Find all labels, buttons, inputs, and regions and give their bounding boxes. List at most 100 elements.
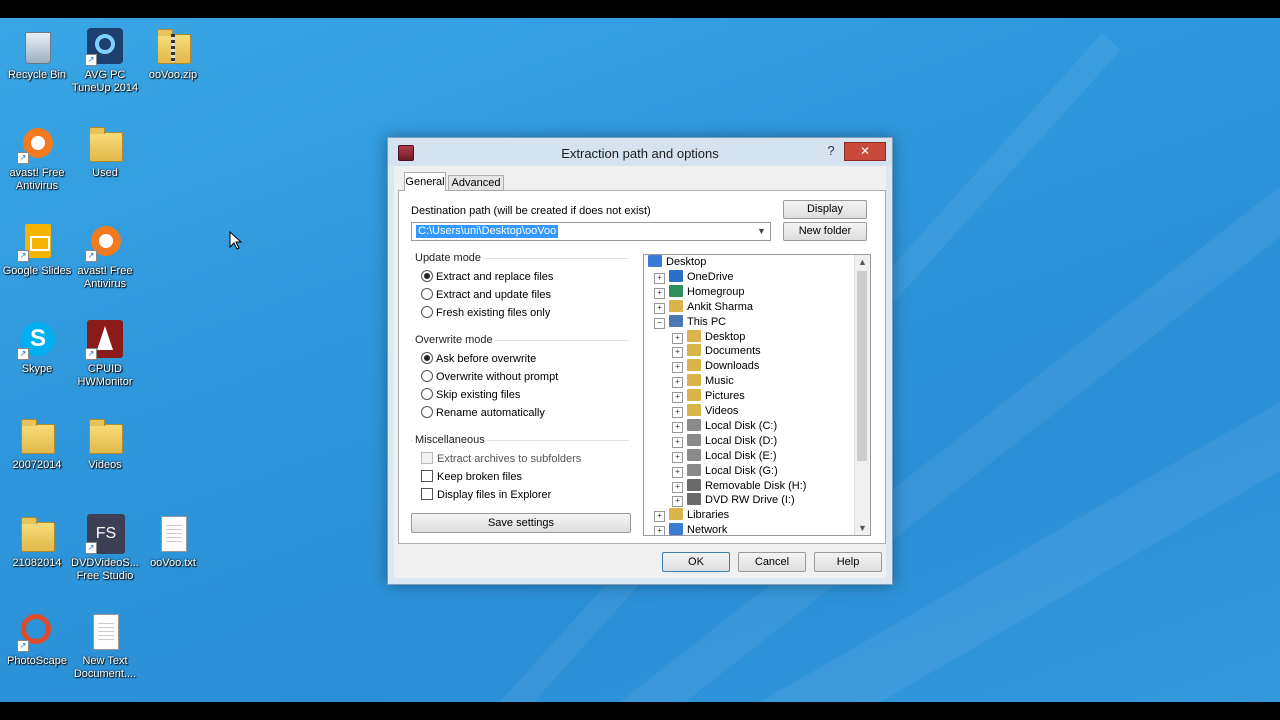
tree-node[interactable]: + Desktop	[672, 329, 745, 345]
tree-node[interactable]: + Music	[672, 374, 734, 389]
cancel-button[interactable]: Cancel	[738, 552, 806, 572]
screen-bottom-bar	[0, 702, 1280, 720]
checkbox-extract-to-subfolders[interactable]: Extract archives to subfolders	[421, 451, 581, 467]
expand-icon[interactable]: +	[672, 347, 683, 359]
desktop-icon-hwmonitor[interactable]: ↗ CPUID HWMonitor	[68, 320, 142, 389]
desktop-icon-avg-tuneup[interactable]: ↗ AVG PC TuneUp 2014	[68, 26, 142, 95]
expand-icon[interactable]: +	[672, 481, 683, 493]
dialog-titlebar[interactable]: Extraction path and options ? ✕	[388, 138, 892, 166]
desktop-icon-label: Skype	[21, 363, 53, 375]
desktop-icon-avast-2[interactable]: ↗ avast! Free Antivirus	[68, 222, 142, 291]
tree-node[interactable]: + Downloads	[672, 359, 759, 374]
expand-icon[interactable]: +	[672, 377, 683, 389]
ok-button[interactable]: OK	[662, 552, 730, 572]
desktop-icon-21082014[interactable]: 21082014	[0, 514, 74, 570]
destination-path-combobox[interactable]: C:\Users\uni\Desktop\ooVoo ▼	[411, 222, 771, 241]
close-button[interactable]: ✕	[844, 142, 886, 161]
expand-icon[interactable]: +	[654, 272, 665, 284]
expand-icon[interactable]: +	[654, 302, 665, 314]
desktop-icon-label: DVDVideoS... Free Studio	[71, 557, 139, 582]
checkbox-display-in-explorer[interactable]: Display files in Explorer	[421, 487, 551, 503]
desktop-icon-label: ooVoo.txt	[150, 557, 196, 569]
chevron-down-icon[interactable]: ▼	[754, 224, 769, 239]
desktop-icon-free-studio[interactable]: FS ↗ DVDVideoS... Free Studio	[68, 514, 142, 583]
expand-icon[interactable]: +	[654, 287, 665, 299]
new-folder-button[interactable]: New folder	[783, 222, 867, 241]
dialog-title: Extraction path and options	[561, 146, 719, 161]
desktop-icon-20072014[interactable]: 20072014	[0, 416, 74, 472]
folder-icon	[17, 514, 57, 554]
radio-extract-replace[interactable]: Extract and replace files	[421, 269, 553, 285]
tree-node[interactable]: + Libraries	[654, 508, 729, 523]
expand-icon[interactable]: +	[672, 362, 683, 374]
folder-icon	[669, 299, 683, 312]
tree-node[interactable]: + Local Disk (D:)	[672, 433, 778, 449]
checkbox-icon	[421, 488, 433, 500]
tree-scrollbar[interactable]: ▲ ▼	[854, 255, 870, 535]
tree-node[interactable]: + Network	[654, 523, 727, 535]
desktop-icon-photoscape[interactable]: ↗ PhotoScape	[0, 612, 74, 668]
radio-overwrite-without-prompt[interactable]: Overwrite without prompt	[421, 369, 558, 385]
expand-icon[interactable]: +	[672, 421, 683, 433]
help-button[interactable]: Help	[814, 552, 882, 572]
tree-node[interactable]: − This PC	[654, 314, 726, 330]
scroll-down-icon[interactable]: ▼	[855, 521, 870, 535]
expand-icon[interactable]: +	[654, 511, 665, 523]
expand-icon[interactable]: +	[672, 332, 683, 344]
destination-path-value[interactable]: C:\Users\uni\Desktop\ooVoo	[416, 225, 559, 238]
expand-icon[interactable]: +	[672, 436, 683, 448]
tab-general[interactable]: General	[404, 172, 446, 191]
radio-skip-existing[interactable]: Skip existing files	[421, 387, 520, 403]
desktop-icon-used[interactable]: Used	[68, 124, 142, 180]
tree-node[interactable]: + Homegroup	[654, 284, 745, 300]
folder-tree[interactable]: Desktop + OneDrive + Homegroup + Ankit Sharma −…	[643, 254, 871, 536]
title-help-button[interactable]: ?	[821, 143, 841, 159]
scrollbar-thumb[interactable]	[857, 271, 867, 461]
expand-icon[interactable]: +	[672, 407, 683, 418]
desktop-icon-oovoo-zip[interactable]: ooVoo.zip	[136, 26, 210, 82]
tree-node[interactable]: + Ankit Sharma	[654, 299, 753, 315]
expand-icon[interactable]: +	[672, 392, 683, 404]
tree-node-label: Local Disk (D:)	[705, 434, 778, 447]
tree-node[interactable]: + Videos	[672, 404, 738, 419]
tree-node[interactable]: Desktop	[648, 255, 706, 270]
tree-node[interactable]: + DVD RW Drive (I:)	[672, 493, 795, 508]
checkbox-keep-broken-files[interactable]: Keep broken files	[421, 469, 522, 485]
folder-icon	[687, 329, 701, 342]
expand-icon[interactable]: +	[672, 496, 683, 508]
desktop-icon-label: Google Slides	[2, 265, 72, 277]
tree-node[interactable]: + Local Disk (E:)	[672, 448, 777, 464]
desktop-icon-oovoo-txt[interactable]: ooVoo.txt	[136, 514, 210, 570]
tree-node[interactable]: + OneDrive	[654, 269, 733, 285]
tree-node-label: Pictures	[705, 390, 745, 403]
expand-icon[interactable]: +	[672, 466, 683, 478]
desktop-icon-recycle-bin[interactable]: Recycle Bin	[0, 26, 74, 82]
expand-icon[interactable]: +	[654, 526, 665, 535]
tree-node[interactable]: + Removable Disk (H:)	[672, 478, 806, 494]
desktop-icon-videos[interactable]: Videos	[68, 416, 142, 472]
collapse-icon[interactable]: −	[654, 317, 665, 329]
option-label: Extract archives to subfolders	[437, 453, 582, 465]
desktop-icon-skype[interactable]: S ↗ Skype	[0, 320, 74, 376]
tree-node-label: Homegroup	[687, 285, 745, 298]
display-button[interactable]: Display	[783, 200, 867, 219]
desktop-icon-label: PhotoScape	[7, 655, 67, 667]
desktop-icon-google-slides[interactable]: ↗ Google Slides	[0, 222, 74, 278]
tab-advanced[interactable]: Advanced	[448, 175, 504, 191]
checkbox-icon	[421, 470, 433, 482]
desktop-icon-new-text-document[interactable]: New Text Document....	[68, 612, 142, 681]
tree-node[interactable]: + Documents	[672, 344, 761, 359]
tree-node[interactable]: + Pictures	[672, 389, 745, 404]
desktop-icon-label: avast! Free Antivirus	[9, 167, 65, 192]
radio-fresh-existing[interactable]: Fresh existing files only	[421, 305, 550, 321]
tree-node[interactable]: + Local Disk (G:)	[672, 463, 778, 479]
tree-node[interactable]: + Local Disk (C:)	[672, 418, 777, 434]
desktop-icon-avast[interactable]: ↗ avast! Free Antivirus	[0, 124, 74, 193]
radio-extract-update[interactable]: Extract and update files	[421, 287, 551, 303]
radio-rename-automatically[interactable]: Rename automatically	[421, 405, 545, 421]
radio-ask-before-overwrite[interactable]: Ask before overwrite	[421, 351, 536, 367]
option-label: Extract and update files	[436, 289, 551, 301]
scroll-up-icon[interactable]: ▲	[855, 255, 870, 269]
save-settings-button[interactable]: Save settings	[411, 513, 631, 533]
expand-icon[interactable]: +	[672, 451, 683, 463]
